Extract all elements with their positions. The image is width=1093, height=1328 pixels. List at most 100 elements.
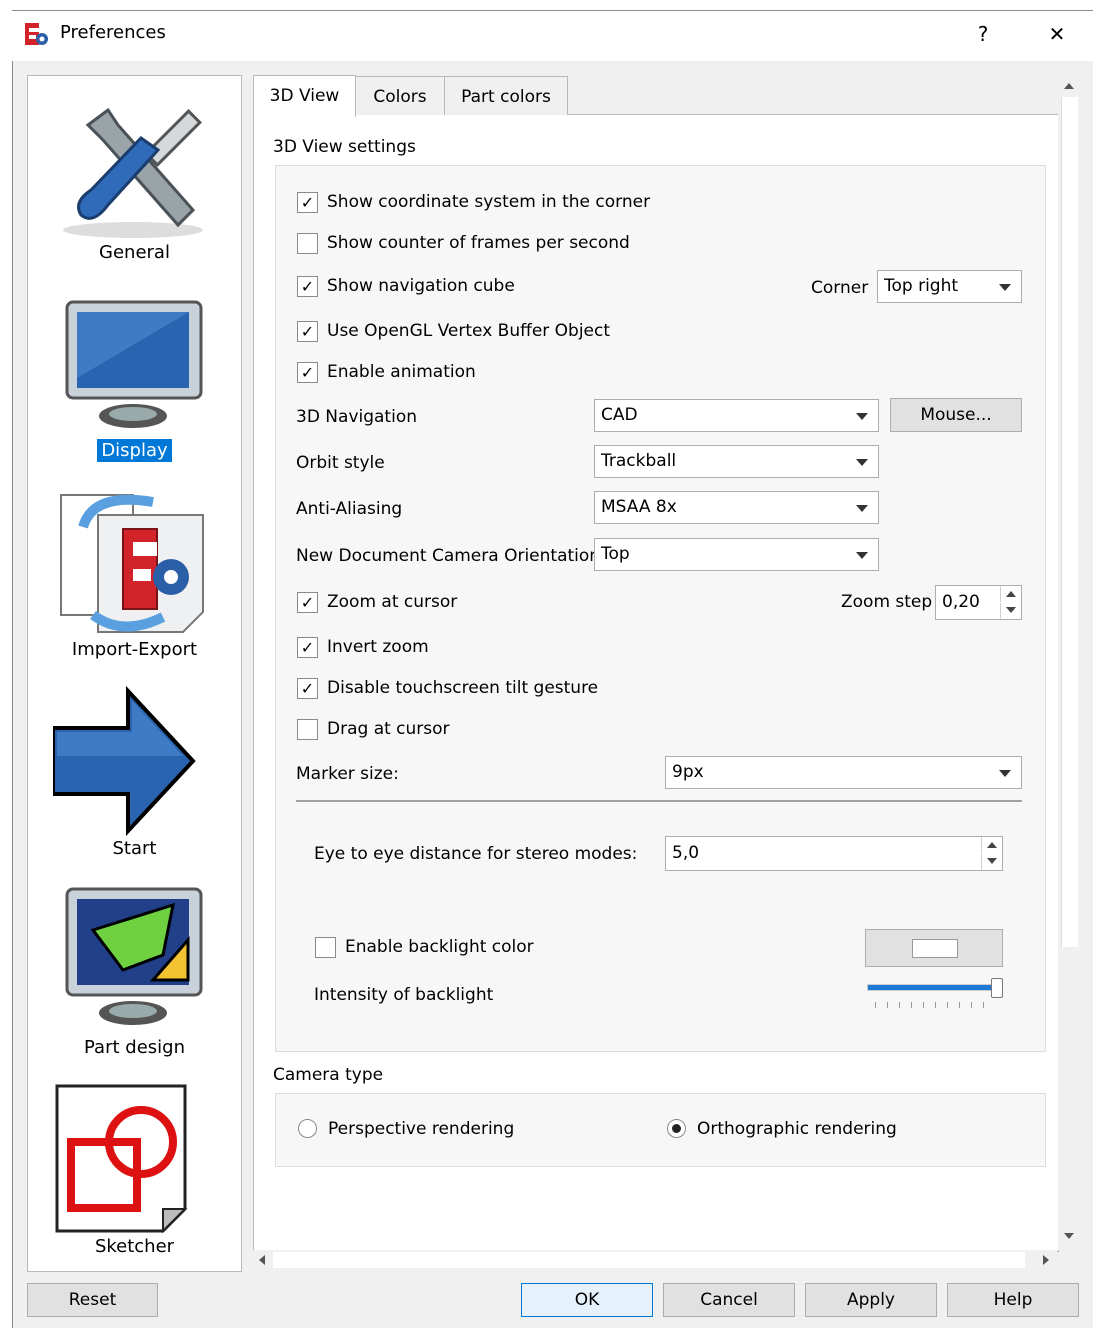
label-zoom-step: Zoom step (841, 592, 933, 612)
label-orthographic: Orthographic rendering (697, 1119, 897, 1139)
apply-button[interactable]: Apply (805, 1283, 937, 1317)
label-show-fps: Show counter of frames per second (327, 233, 630, 253)
category-list: General Display Import-Export Start Part… (27, 75, 242, 1272)
vertical-scrollbar[interactable] (1058, 75, 1080, 1250)
scroll-right-icon[interactable] (1043, 1255, 1049, 1265)
sidebar-item-label: Import-Export (71, 639, 198, 660)
sidebar-item-general[interactable]: General (28, 76, 241, 274)
navigation-combo[interactable]: CAD (594, 399, 879, 432)
title-bar (12, 11, 1093, 61)
window-title: Preferences (60, 22, 166, 43)
scroll-thumb[interactable] (1061, 97, 1078, 947)
camera-orientation-combo[interactable]: Top (594, 538, 879, 571)
tab-3d-view[interactable]: 3D View (253, 75, 356, 117)
chevron-down-icon (999, 284, 1011, 291)
label-show-navigation-cube: Show navigation cube (327, 276, 515, 296)
sidebar-item-sketcher[interactable]: Sketcher (28, 1070, 241, 1268)
checkbox-enable-backlight[interactable] (315, 937, 336, 958)
sidebar-item-label: Part design (84, 1037, 185, 1058)
slider-track (867, 984, 1003, 991)
label-eye-distance: Eye to eye distance for stereo modes: (314, 844, 638, 864)
slider-handle[interactable] (991, 978, 1003, 998)
freecad-icon (24, 22, 50, 48)
marker-size-combo[interactable]: 9px (665, 756, 1022, 789)
scroll-up-icon[interactable] (1064, 83, 1074, 89)
checkbox-zoom-at-cursor[interactable]: ✓ (297, 592, 318, 613)
chevron-down-icon (856, 413, 868, 420)
spin-up-icon[interactable] (1000, 586, 1021, 602)
marker-size-value: 9px (672, 762, 704, 782)
label-corner: Corner (811, 278, 869, 298)
tools-icon (63, 107, 203, 238)
sidebar-item-label: General (99, 242, 170, 263)
horizontal-scrollbar[interactable] (253, 1250, 1057, 1270)
chevron-down-icon (856, 552, 868, 559)
import-export-icon (60, 494, 204, 633)
label-drag-at-cursor: Drag at cursor (327, 719, 450, 739)
scroll-left-icon[interactable] (259, 1255, 265, 1265)
tab-colors[interactable]: Colors (355, 76, 445, 115)
label-use-vbo: Use OpenGL Vertex Buffer Object (327, 321, 611, 341)
sidebar-item-start[interactable]: Start (28, 672, 241, 870)
backlight-color-swatch (912, 939, 958, 958)
close-button[interactable]: ✕ (1034, 16, 1080, 52)
sidebar-item-import-export[interactable]: Import-Export (28, 473, 241, 671)
label-enable-backlight: Enable backlight color (345, 937, 534, 957)
checkbox-enable-animation[interactable]: ✓ (297, 362, 318, 383)
eye-distance-value: 5,0 (672, 843, 700, 863)
tab-part-colors[interactable]: Part colors (444, 76, 568, 115)
zoom-step-spinbox[interactable]: 0,20 (935, 585, 1022, 620)
checkbox-show-navigation-cube[interactable]: ✓ (297, 276, 318, 297)
chevron-down-icon (856, 505, 868, 512)
slider-fill (868, 985, 992, 990)
label-enable-animation: Enable animation (327, 362, 476, 382)
corner-value: Top right (884, 276, 959, 296)
slider-ticks (875, 1002, 995, 1008)
checkbox-invert-zoom[interactable]: ✓ (297, 637, 318, 658)
spin-down-icon[interactable] (981, 854, 1002, 870)
anti-aliasing-value: MSAA 8x (601, 497, 677, 517)
cancel-button[interactable]: Cancel (663, 1283, 795, 1317)
label-invert-zoom: Invert zoom (327, 637, 429, 657)
sidebar-item-label: Start (112, 838, 157, 859)
help-title-button[interactable]: ? (960, 16, 1006, 52)
sketcher-icon (55, 1084, 188, 1234)
label-disable-tilt: Disable touchscreen tilt gesture (327, 678, 599, 698)
radio-orthographic[interactable] (667, 1119, 686, 1138)
reset-button[interactable]: Reset (27, 1283, 158, 1317)
checkbox-use-vbo[interactable]: ✓ (297, 321, 318, 342)
checkbox-show-fps[interactable] (297, 233, 318, 254)
checkbox-show-coordinate-system[interactable]: ✓ (297, 192, 318, 213)
scroll-thumb-horizontal[interactable] (273, 1252, 1025, 1268)
label-3d-navigation: 3D Navigation (296, 407, 418, 427)
mouse-button[interactable]: Mouse... (890, 398, 1022, 432)
chevron-down-icon (999, 770, 1011, 777)
sidebar-item-label: Display (97, 439, 172, 462)
backlight-color-button[interactable] (865, 929, 1003, 967)
sidebar-item-label: Sketcher (94, 1236, 175, 1257)
label-orbit-style: Orbit style (296, 453, 385, 473)
help-button[interactable]: Help (947, 1283, 1079, 1317)
checkbox-drag-at-cursor[interactable] (297, 719, 318, 740)
sidebar-item-display[interactable]: Display (28, 274, 241, 472)
arrow-right-icon (53, 686, 196, 836)
radio-perspective[interactable] (298, 1119, 317, 1138)
separator-line (296, 800, 1022, 802)
checkbox-disable-tilt[interactable]: ✓ (297, 678, 318, 699)
eye-distance-spinbox[interactable]: 5,0 (665, 836, 1003, 871)
spin-up-icon[interactable] (981, 837, 1002, 853)
chevron-down-icon (856, 459, 868, 466)
label-zoom-at-cursor: Zoom at cursor (327, 592, 458, 612)
sidebar-item-part-design[interactable]: Part design (28, 871, 241, 1069)
orbit-style-combo[interactable]: Trackball (594, 445, 879, 478)
part-design-icon (65, 887, 203, 1025)
label-camera-orientation: New Document Camera Orientation (296, 546, 601, 566)
intensity-slider[interactable] (867, 978, 1003, 1010)
scroll-down-icon[interactable] (1064, 1233, 1074, 1239)
label-intensity-backlight: Intensity of backlight (314, 985, 494, 1005)
corner-combo[interactable]: Top right (877, 270, 1022, 303)
anti-aliasing-combo[interactable]: MSAA 8x (594, 491, 879, 524)
ok-button[interactable]: OK (521, 1283, 653, 1317)
group-title-3d-view-settings: 3D View settings (273, 137, 416, 157)
spin-down-icon[interactable] (1000, 603, 1021, 619)
